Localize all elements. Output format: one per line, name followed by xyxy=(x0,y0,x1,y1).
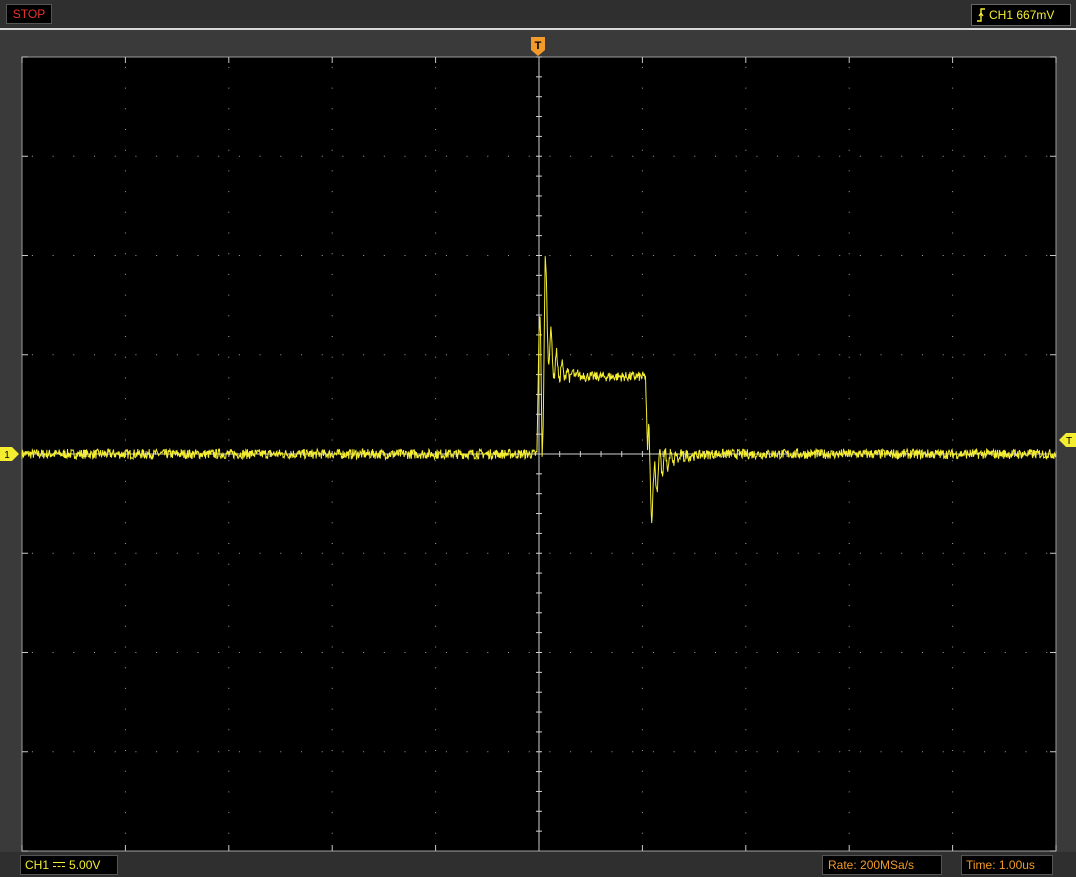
scope-display[interactable]: T 1 T xyxy=(0,30,1076,852)
trigger-level-label: CH1 667mV xyxy=(989,8,1055,22)
top-status-bar: STOP CH1 667mV xyxy=(0,0,1076,28)
run-stop-status[interactable]: STOP xyxy=(6,4,52,24)
channel-1-scale-box[interactable]: CH1 5.00V xyxy=(20,855,118,875)
channel-name: CH1 xyxy=(25,858,50,872)
sample-rate-box[interactable]: Rate: 200MSa/s xyxy=(822,855,942,875)
timebase-box[interactable]: Time: 1.00us xyxy=(961,855,1053,875)
trigger-settings-box[interactable]: CH1 667mV xyxy=(971,4,1071,26)
oscilloscope-window: STOP CH1 667mV T 1 T CH1 5.00V Rate: 200… xyxy=(0,0,1076,877)
volts-per-div: 5.00V xyxy=(69,858,101,872)
waveform-chart[interactable]: T 1 T xyxy=(0,30,1076,852)
rising-edge-icon xyxy=(977,8,985,22)
channel-1-marker-label: 1 xyxy=(4,450,10,461)
trigger-level-marker-label: T xyxy=(1066,436,1072,447)
dc-coupling-icon xyxy=(53,861,66,869)
trigger-position-label: T xyxy=(535,40,542,52)
bottom-status-bar: CH1 5.00V Rate: 200MSa/s Time: 1.00us xyxy=(0,852,1076,877)
